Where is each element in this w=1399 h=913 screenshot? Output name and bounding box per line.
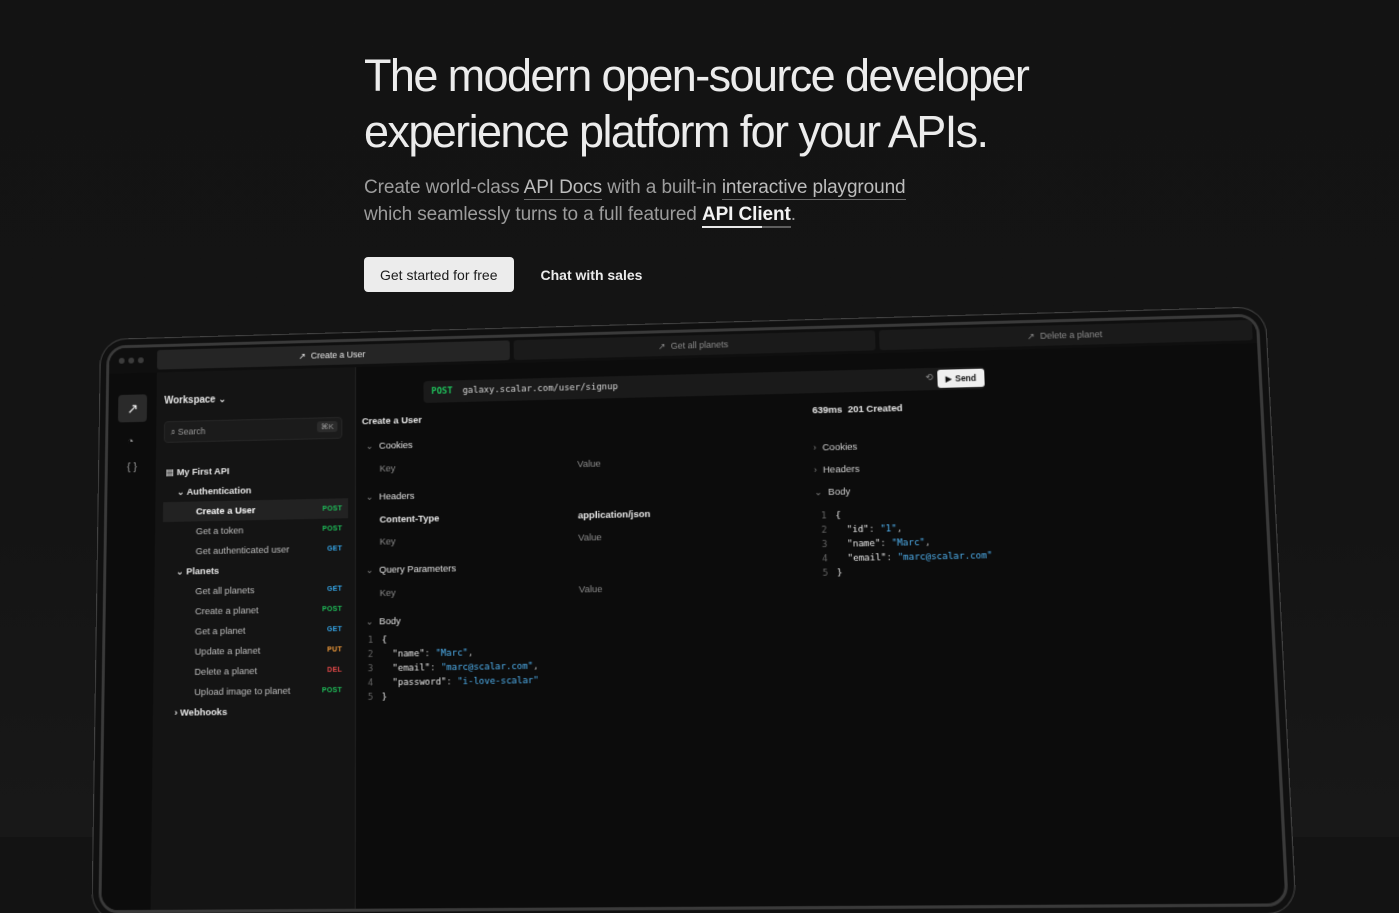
method-badge: POST — [322, 525, 342, 532]
tab-bar: ↗ Create a User ↗ Get all planets ↗ Dele… — [109, 317, 1257, 374]
chevron-down-icon: ⌄ — [218, 394, 226, 405]
response-body-viewer: 1{ 2 "id": "1", 3 "name": "Marc", 4 "ema… — [821, 500, 1253, 580]
sidebar: Workspace ⌄ ⌕ Search ⌘K ▤ My First API ⌄… — [151, 367, 356, 910]
section-query-parameters[interactable]: ⌄ Query Parameters — [366, 557, 803, 576]
header-key[interactable]: Content-Type — [380, 510, 578, 525]
sidebar-item-upload-image-to-planet[interactable]: Upload image to planet POST — [161, 680, 348, 703]
value-field[interactable]: Value — [577, 458, 601, 470]
chevron-right-icon: › — [813, 442, 816, 452]
section-headers[interactable]: ⌄ Headers — [366, 482, 801, 503]
chevron-down-icon: ⌄ — [366, 492, 373, 502]
folder-icon: ▤ — [165, 467, 176, 478]
key-field[interactable]: Key — [380, 459, 578, 475]
key-field[interactable]: Key — [380, 532, 579, 547]
chat-with-sales-link[interactable]: Chat with sales — [541, 267, 643, 283]
request-body-editor[interactable]: 1{ 2 "name": "Marc", 3 "email": "marc@sc… — [368, 627, 806, 705]
arrow-up-right-icon: ↗ — [299, 350, 306, 361]
chevron-right-icon: › — [814, 465, 817, 475]
chevron-down-icon: ⌄ — [176, 566, 186, 577]
request-title: Create a User — [362, 406, 799, 428]
workspace-selector[interactable]: Workspace ⌄ — [164, 394, 226, 406]
tab-get-all-planets[interactable]: ↗ Get all planets — [513, 330, 876, 360]
url-bar[interactable]: POST galaxy.scalar.com/user/signup ⟲ ▶ S… — [423, 367, 984, 403]
hero: The modern open-source developer experie… — [364, 48, 1124, 228]
search-icon: ⌕ — [171, 426, 178, 437]
history-icon[interactable]: ⟲ — [925, 372, 933, 383]
get-started-button[interactable]: Get started for free — [364, 257, 514, 292]
interactive-playground-link[interactable]: interactive playground — [722, 177, 906, 200]
arrow-up-right-icon[interactable]: ↗ — [118, 394, 147, 422]
arrow-up-right-icon: ↗ — [1027, 330, 1035, 341]
url-input[interactable]: galaxy.scalar.com/user/signup — [462, 382, 618, 396]
request-panel: Create a User ⌄ Cookies Key Value ⌄ Headers… — [362, 406, 806, 705]
folder-webhooks[interactable]: › Webhooks — [161, 700, 348, 723]
braces-icon[interactable]: { } — [127, 461, 156, 474]
send-button[interactable]: ▶ Send — [937, 369, 985, 388]
search-input[interactable]: ⌕ Search ⌘K — [164, 417, 343, 443]
cookie-row[interactable]: Key Value — [362, 448, 801, 480]
chevron-down-icon: ⌄ — [366, 565, 373, 575]
collection-tree: ▤ My First API ⌄ Authentication Create a… — [161, 458, 348, 723]
sidebar-item-delete-a-planet[interactable]: Delete a planet DEL — [161, 659, 348, 682]
value-field[interactable]: Value — [578, 532, 602, 544]
api-client-mockup: ↗ Create a User ↗ Get all planets ↗ Dele… — [98, 314, 1288, 913]
search-shortcut: ⌘K — [317, 421, 338, 432]
play-icon: ▶ — [945, 373, 952, 384]
method-badge: GET — [327, 545, 342, 552]
response-status: 639ms 201 Created — [812, 395, 1244, 417]
tab-create-a-user[interactable]: ↗ Create a User — [157, 340, 510, 369]
api-docs-link[interactable]: API Docs — [524, 177, 602, 200]
method-badge: POST — [322, 605, 342, 612]
chevron-down-icon: ⌄ — [177, 486, 187, 497]
cta-group: Get started for free Chat with sales — [364, 257, 642, 292]
method-badge: GET — [327, 585, 342, 592]
sidebar-item-update-a-planet[interactable]: Update a planet PUT — [161, 639, 348, 662]
hero-title: The modern open-source developer experie… — [364, 48, 1124, 160]
arrow-up-right-icon: ↗ — [658, 341, 666, 352]
method-badge: DEL — [327, 666, 342, 673]
cookie-icon[interactable]: ◔ — [127, 435, 156, 447]
api-client-link[interactable]: API Client — [702, 204, 791, 228]
chevron-down-icon: ⌄ — [366, 441, 373, 451]
response-panel: 639ms 201 Created › Cookies › Headers ⌄ Bod… — [812, 395, 1253, 582]
method-badge: POST — [322, 686, 342, 693]
hero-subtitle: Create world-class API Docs with a built… — [364, 174, 1124, 228]
query-row[interactable]: Key Value — [362, 574, 804, 604]
value-field[interactable]: Value — [579, 583, 603, 595]
header-value[interactable]: application/json — [578, 508, 651, 521]
window-dots — [119, 357, 157, 364]
method-badge: POST — [322, 505, 342, 512]
method-badge: GET — [327, 626, 342, 633]
method-selector[interactable]: POST — [431, 386, 452, 396]
chevron-down-icon: ⌄ — [366, 616, 373, 626]
chevron-down-icon: ⌄ — [814, 486, 822, 497]
icon-rail: ↗ ◔ { } — [101, 373, 157, 911]
tab-delete-a-planet[interactable]: ↗ Delete a planet — [879, 320, 1252, 350]
method-badge: PUT — [327, 646, 342, 653]
section-body[interactable]: ⌄ Body — [366, 609, 805, 628]
key-field[interactable]: Key — [380, 584, 579, 599]
